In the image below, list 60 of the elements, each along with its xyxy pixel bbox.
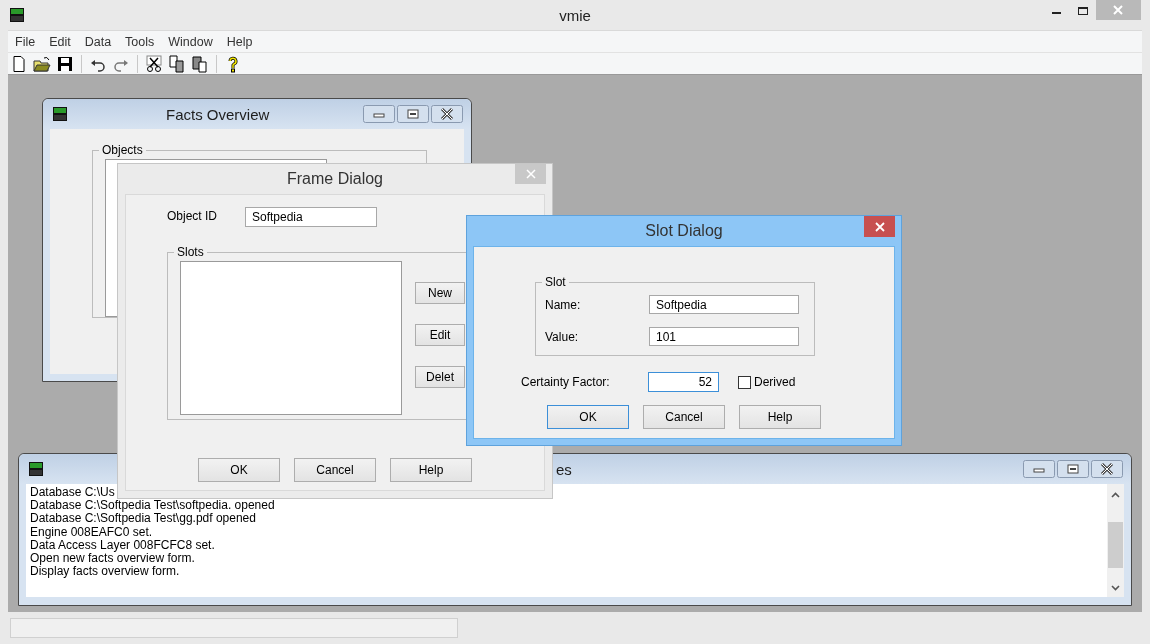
scroll-up-icon[interactable]: [1111, 492, 1120, 498]
copy-icon[interactable]: [168, 54, 186, 73]
group-label: Objects: [101, 143, 144, 157]
dialog-button[interactable]: Help: [390, 458, 472, 482]
app-logo-icon: [53, 107, 67, 121]
action-button[interactable]: Delet: [415, 366, 465, 388]
close-icon[interactable]: [431, 105, 463, 123]
action-button[interactable]: New: [415, 282, 465, 304]
field-label: Certainty Factor:: [521, 375, 611, 389]
app-logo-icon: [10, 8, 24, 22]
window-title: es: [556, 460, 572, 478]
scrollbar[interactable]: [1107, 484, 1124, 597]
group-label: Slots: [176, 245, 205, 259]
name-field[interactable]: Softpedia: [649, 295, 799, 314]
scroll-down-icon[interactable]: [1111, 585, 1120, 591]
field-label: Value:: [545, 329, 580, 344]
dialog-button[interactable]: Help: [739, 405, 821, 429]
log-line: Open new facts overview form.: [30, 552, 195, 566]
menu-item[interactable]: File: [8, 34, 43, 49]
menu-item[interactable]: Help: [219, 34, 260, 49]
restore-icon[interactable]: [397, 105, 429, 123]
log-line: Display facts overview form.: [30, 565, 180, 579]
object-id-field[interactable]: Softpedia: [245, 207, 377, 227]
menu-item[interactable]: Data: [77, 34, 119, 49]
log-line: Data Access Layer 008FCFC8 set.: [30, 538, 215, 552]
value-field[interactable]: 101: [649, 327, 799, 346]
dialog-button[interactable]: OK: [547, 405, 629, 429]
open-folder-icon[interactable]: [33, 54, 51, 73]
field-label: Object ID: [167, 209, 218, 223]
close-button[interactable]: [864, 216, 895, 237]
close-icon[interactable]: [1091, 460, 1123, 478]
dialog-button[interactable]: OK: [198, 458, 280, 482]
slots-list[interactable]: [180, 261, 402, 415]
log-line: Engine 008EAFC0 set.: [30, 525, 153, 539]
action-button[interactable]: Edit: [415, 324, 465, 346]
dialog-button[interactable]: Cancel: [643, 405, 725, 429]
window-title: vmie: [559, 6, 591, 24]
field-label: Name:: [545, 297, 582, 312]
certainty-field[interactable]: 52: [648, 372, 719, 392]
group-label: Slot: [544, 275, 567, 289]
dialog-button[interactable]: Cancel: [294, 458, 376, 482]
restore-icon[interactable]: [1057, 460, 1089, 478]
log-line: Database C:\Softpedia Test\gg.pdf opened: [30, 512, 256, 526]
dialog-title: Frame Dialog: [287, 170, 383, 188]
dialog-title: Slot Dialog: [645, 222, 723, 240]
close-icon: [525, 169, 536, 179]
menu-item[interactable]: Tools: [118, 34, 162, 49]
close-icon: [874, 221, 885, 232]
derived-checkbox[interactable]: [738, 375, 751, 389]
log-line: Database C:\Softpedia Test\softpedia. opened: [30, 499, 275, 513]
menu-item[interactable]: Window: [161, 34, 220, 49]
menu-item[interactable]: Edit: [42, 34, 78, 49]
log-line: Database C:\Us: [30, 486, 115, 500]
save-icon[interactable]: [56, 54, 74, 73]
app-logo-icon: [29, 462, 43, 476]
paste-icon[interactable]: [191, 54, 209, 73]
checkbox-label: Derived: [754, 375, 796, 389]
window-title: Facts Overview: [166, 105, 270, 123]
scissors-icon[interactable]: [145, 54, 163, 73]
new-document-icon[interactable]: [10, 54, 28, 73]
